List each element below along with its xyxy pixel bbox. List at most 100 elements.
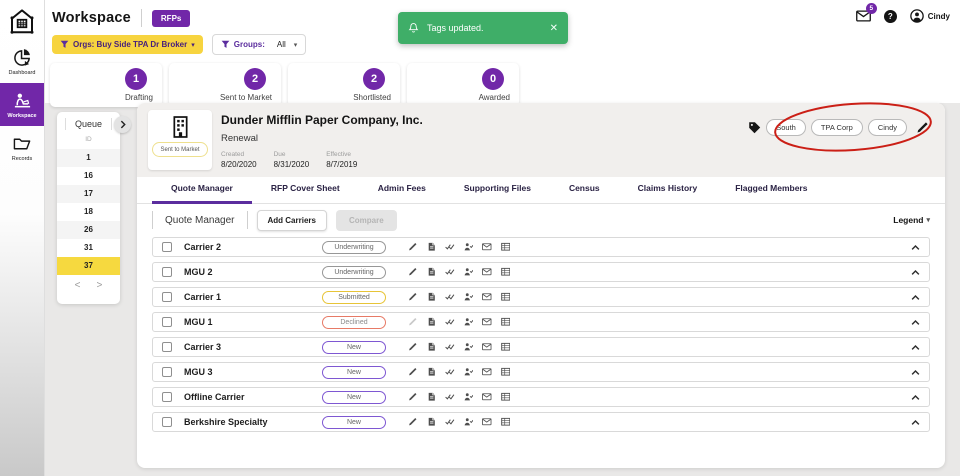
queue-row[interactable]: 16	[57, 167, 120, 185]
row-checkbox[interactable]	[162, 367, 172, 377]
document-icon[interactable]	[427, 417, 437, 427]
assign-user-icon[interactable]	[464, 367, 474, 377]
notifications-button[interactable]: 5	[856, 3, 877, 22]
document-icon[interactable]	[427, 367, 437, 377]
edit-icon[interactable]	[408, 417, 418, 427]
tag-chip[interactable]: South	[766, 119, 806, 136]
queue-row[interactable]: 17	[57, 185, 120, 203]
email-icon[interactable]	[482, 292, 492, 302]
double-check-icon[interactable]	[445, 342, 455, 352]
tab-claims-history[interactable]: Claims History	[619, 183, 717, 204]
assign-user-icon[interactable]	[464, 417, 474, 427]
tab-quote-manager[interactable]: Quote Manager	[152, 183, 252, 204]
row-checkbox[interactable]	[162, 417, 172, 427]
assign-user-icon[interactable]	[464, 242, 474, 252]
row-checkbox[interactable]	[162, 392, 172, 402]
row-checkbox[interactable]	[162, 242, 172, 252]
assign-user-icon[interactable]	[464, 392, 474, 402]
document-icon[interactable]	[427, 317, 437, 327]
row-checkbox[interactable]	[162, 267, 172, 277]
row-checkbox[interactable]	[162, 317, 172, 327]
chevron-up-icon[interactable]	[911, 294, 920, 301]
chevron-up-icon[interactable]	[911, 244, 920, 251]
document-icon[interactable]	[427, 242, 437, 252]
double-check-icon[interactable]	[445, 392, 455, 402]
tag-chip[interactable]: Cindy	[867, 119, 907, 136]
edit-icon[interactable]	[408, 292, 418, 302]
rfps-badge[interactable]: RFPs	[151, 9, 191, 27]
document-icon[interactable]	[427, 267, 437, 277]
tab-supporting-files[interactable]: Supporting Files	[445, 183, 550, 204]
edit-icon[interactable]	[408, 367, 418, 377]
tag-chip[interactable]: TPA Corp	[810, 119, 863, 136]
chevron-up-icon[interactable]	[911, 394, 920, 401]
spreadsheet-icon[interactable]	[501, 292, 511, 302]
double-check-icon[interactable]	[445, 267, 455, 277]
double-check-icon[interactable]	[445, 292, 455, 302]
double-check-icon[interactable]	[445, 242, 455, 252]
chevron-up-icon[interactable]	[911, 269, 920, 276]
stat-card-sent-to-market[interactable]: 2 Sent to Market	[169, 63, 281, 107]
document-icon[interactable]	[427, 342, 437, 352]
page-prev-button[interactable]: <	[75, 280, 81, 291]
chevron-up-icon[interactable]	[911, 319, 920, 326]
tab-census[interactable]: Census	[550, 183, 619, 204]
tab-rfp-cover-sheet[interactable]: RFP Cover Sheet	[252, 183, 359, 204]
double-check-icon[interactable]	[445, 317, 455, 327]
edit-icon[interactable]	[408, 242, 418, 252]
page-next-button[interactable]: >	[97, 280, 103, 291]
queue-row[interactable]: 18	[57, 203, 120, 221]
spreadsheet-icon[interactable]	[501, 342, 511, 352]
edit-icon[interactable]	[408, 392, 418, 402]
legend-dropdown[interactable]: Legend ▾	[893, 215, 930, 225]
tab-flagged-members[interactable]: Flagged Members	[716, 183, 826, 204]
double-check-icon[interactable]	[445, 417, 455, 427]
assign-user-icon[interactable]	[464, 342, 474, 352]
groups-filter-button[interactable]: Groups: All ▾	[211, 34, 307, 55]
email-icon[interactable]	[482, 392, 492, 402]
spreadsheet-icon[interactable]	[501, 267, 511, 277]
spreadsheet-icon[interactable]	[501, 367, 511, 377]
email-icon[interactable]	[482, 242, 492, 252]
stat-card-awarded[interactable]: 0 Awarded	[407, 63, 519, 107]
row-checkbox[interactable]	[162, 292, 172, 302]
chevron-up-icon[interactable]	[911, 369, 920, 376]
sidebar-item-dashboard[interactable]: Dashboard	[0, 40, 44, 83]
email-icon[interactable]	[482, 317, 492, 327]
spreadsheet-icon[interactable]	[501, 317, 511, 327]
orgs-filter-button[interactable]: Orgs: Buy Side TPA Dr Broker ▾	[52, 35, 203, 54]
document-icon[interactable]	[427, 392, 437, 402]
assign-user-icon[interactable]	[464, 292, 474, 302]
double-check-icon[interactable]	[445, 367, 455, 377]
edit-icon[interactable]	[408, 267, 418, 277]
help-button[interactable]: ?	[883, 9, 897, 23]
stat-card-drafting[interactable]: 1 Drafting	[50, 63, 162, 107]
row-checkbox[interactable]	[162, 342, 172, 352]
user-menu[interactable]: Cindy	[910, 9, 950, 23]
queue-row[interactable]: 31	[57, 239, 120, 257]
email-icon[interactable]	[482, 267, 492, 277]
email-icon[interactable]	[482, 417, 492, 427]
queue-row[interactable]: 37	[57, 257, 120, 275]
spreadsheet-icon[interactable]	[501, 242, 511, 252]
spreadsheet-icon[interactable]	[501, 417, 511, 427]
document-icon[interactable]	[427, 292, 437, 302]
email-icon[interactable]	[482, 367, 492, 377]
queue-collapse-button[interactable]	[114, 116, 131, 133]
edit-tags-icon[interactable]	[916, 121, 929, 134]
edit-icon[interactable]	[408, 342, 418, 352]
close-icon[interactable]: ✕	[550, 23, 558, 34]
assign-user-icon[interactable]	[464, 317, 474, 327]
stat-card-shortlisted[interactable]: 2 Shortlisted	[288, 63, 400, 107]
assign-user-icon[interactable]	[464, 267, 474, 277]
spreadsheet-icon[interactable]	[501, 392, 511, 402]
tab-admin-fees[interactable]: Admin Fees	[359, 183, 445, 204]
sidebar-item-records[interactable]: Records	[0, 126, 44, 169]
queue-row[interactable]: 26	[57, 221, 120, 239]
chevron-up-icon[interactable]	[911, 344, 920, 351]
email-icon[interactable]	[482, 342, 492, 352]
queue-row[interactable]: 1	[57, 149, 120, 167]
chevron-up-icon[interactable]	[911, 419, 920, 426]
add-carriers-button[interactable]: Add Carriers	[256, 209, 327, 231]
sidebar-item-workspace[interactable]: Workspace	[0, 83, 44, 126]
